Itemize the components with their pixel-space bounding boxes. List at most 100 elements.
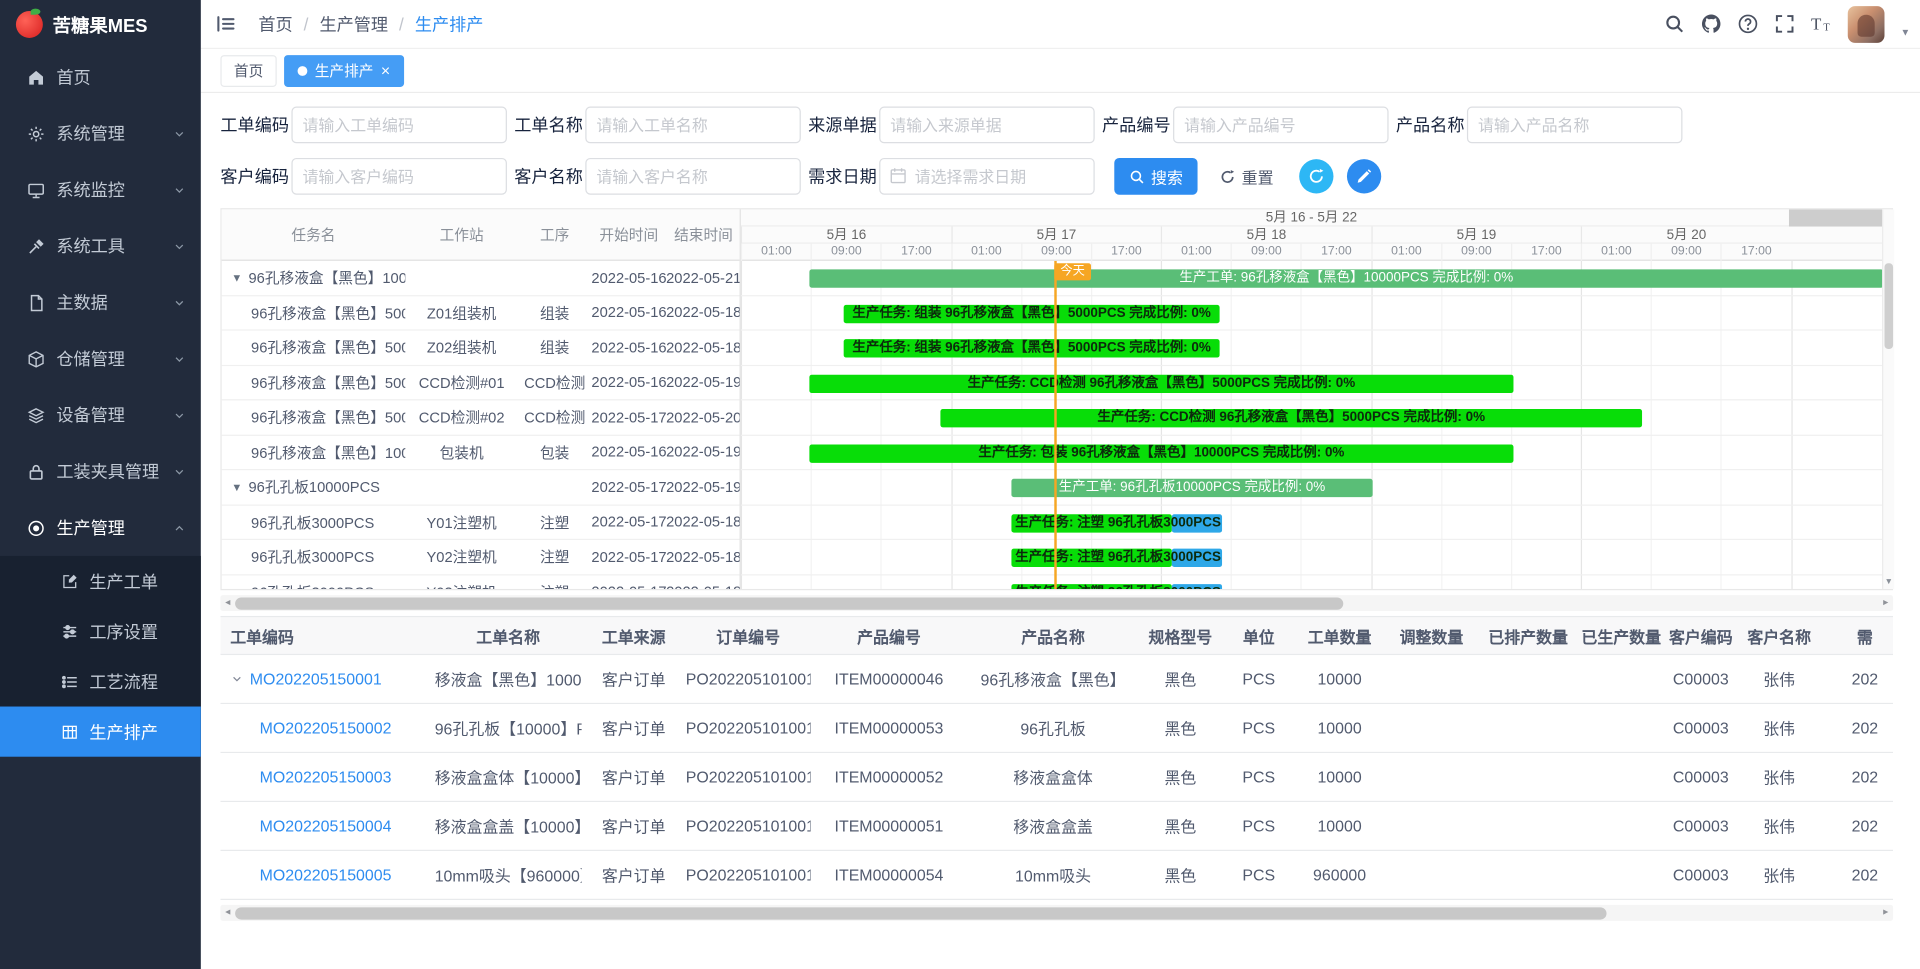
collapse-arrow-icon[interactable]: ▼: [231, 481, 242, 493]
order-row[interactable]: MO20220515000296孔孔板【10000】PCS客户订单PO20220…: [220, 704, 1893, 753]
sidebar-item-fixture-mgmt[interactable]: 工装夹具管理: [0, 443, 201, 499]
scroll-left-arrow-icon[interactable]: ◄: [220, 595, 235, 611]
gantt-task-bar[interactable]: 生产任务: CCD检测 96孔移液盒【黑色】5000PCS 完成比例: 0%: [940, 409, 1642, 427]
gantt-task-row[interactable]: ▼96孔移液盒【黑色】10000PCS2022-05-162022-05-21: [222, 261, 740, 296]
github-icon[interactable]: [1701, 13, 1722, 34]
app-logo[interactable]: 苦糖果MES: [0, 0, 201, 49]
scroll-right-arrow-icon[interactable]: ►: [1878, 595, 1893, 611]
sidebar-menu: 首页系统管理系统监控系统工具主数据仓储管理设备管理工装夹具管理生产管理生产工单工…: [0, 49, 201, 757]
sidebar-item-production-mgmt[interactable]: 生产管理: [0, 500, 201, 556]
gantt-task-bar[interactable]: 生产任务: CCD检测 96孔移液盒【黑色】5000PCS 完成比例: 0%: [809, 374, 1513, 392]
breadcrumb-item[interactable]: 首页: [258, 12, 292, 36]
gantt-task-row[interactable]: 96孔孔板3000PCSY03注塑机注塑2022-05-172022-05-18: [222, 575, 740, 589]
sidebar-item-system-tools[interactable]: 系统工具: [0, 218, 201, 274]
orders-column-header: 客户名称: [1736, 624, 1822, 647]
task-workstation: CCD检测#02: [405, 407, 518, 428]
task-bar-label: 生产任务: 组装 96孔移液盒【黑色】5000PCS 完成比例: 0%: [844, 339, 1220, 357]
tab-home[interactable]: 首页: [220, 54, 276, 86]
scroll-left-arrow-icon[interactable]: ◄: [220, 905, 235, 921]
order-row[interactable]: MO202205150001移液盒【黑色】10000个客户订单PO2022051…: [220, 655, 1893, 704]
expand-row-icon[interactable]: [230, 672, 243, 685]
cell-source: 客户订单: [582, 814, 686, 837]
refresh-button[interactable]: [1299, 159, 1333, 193]
sidebar-subitem-label: 工艺流程: [89, 669, 158, 693]
gantt-row: 生产任务: CCD检测 96孔移液盒【黑色】5000PCS 完成比例: 0%: [741, 366, 1882, 401]
gantt-task-row[interactable]: 96孔孔板3000PCSY01注塑机注塑2022-05-172022-05-18: [222, 505, 740, 540]
sidebar-fold-icon[interactable]: [216, 13, 237, 34]
workorder-link[interactable]: MO202205150004: [260, 817, 392, 835]
breadcrumb-item[interactable]: 生产管理: [319, 12, 388, 36]
fullscreen-icon[interactable]: [1774, 13, 1795, 34]
product-no-input[interactable]: [1173, 107, 1389, 144]
chevron-down-icon: [173, 352, 186, 365]
gantt-vertical-scrollbar[interactable]: ▼: [1882, 209, 1894, 589]
search-button[interactable]: 搜索: [1114, 158, 1197, 195]
collapse-arrow-icon[interactable]: ▼: [231, 272, 242, 284]
gantt-task-bar[interactable]: 生产任务: 组装 96孔移液盒【黑色】5000PCS 完成比例: 0%: [844, 304, 1220, 322]
sidebar-item-master-data[interactable]: 主数据: [0, 274, 201, 330]
order-row[interactable]: MO202205150003移液盒盒体【10000】PCS客户订单PO20220…: [220, 753, 1893, 802]
gantt-days-row: 5月 165月 175月 185月 195月 20: [741, 227, 1882, 244]
sidebar-subitem-production-scheduling[interactable]: 生产排产: [0, 707, 201, 757]
user-avatar[interactable]: [1848, 6, 1885, 43]
task-name: 96孔移液盒【黑色】5000PCS: [251, 302, 405, 323]
gantt-task-row[interactable]: 96孔移液盒【黑色】5000PCSCCD检测#01CCD检测2022-05-16…: [222, 366, 740, 401]
workorder-link[interactable]: MO202205150003: [260, 768, 392, 786]
gantt-task-row[interactable]: 96孔移液盒【黑色】10000PCS包装机包装2022-05-162022-05…: [222, 435, 740, 470]
scroll-down-arrow-icon[interactable]: ▼: [1883, 578, 1894, 587]
chevron-down-icon: [173, 127, 186, 140]
scrollbar-thumb[interactable]: [235, 907, 1606, 919]
sidebar-item-home[interactable]: 首页: [0, 49, 201, 105]
filter-field-customer-code: 客户编码: [220, 158, 507, 195]
customer-name-input[interactable]: [585, 158, 801, 195]
gantt-task-bar[interactable]: 生产任务: 包装 96孔移液盒【黑色】10000PCS 完成比例: 0%: [809, 444, 1513, 462]
edit-button[interactable]: [1347, 159, 1381, 193]
sidebar-subitem-process-flow[interactable]: 工艺流程: [0, 656, 201, 706]
gantt-task-row[interactable]: 96孔孔板3000PCSY02注塑机注塑2022-05-172022-05-18: [222, 540, 740, 575]
customer-code-input[interactable]: [291, 158, 507, 195]
task-bar-label: 生产任务: 包装 96孔移液盒【黑色】10000PCS 完成比例: 0%: [809, 444, 1513, 462]
help-icon[interactable]: [1738, 13, 1759, 34]
table-horizontal-scrollbar[interactable]: ◄ ►: [220, 905, 1893, 921]
workorder-link[interactable]: MO202205150002: [260, 719, 392, 737]
tab-production-scheduling[interactable]: 生产排产×: [284, 54, 404, 86]
scrollbar-thumb[interactable]: [235, 597, 1343, 609]
scroll-right-arrow-icon[interactable]: ►: [1878, 905, 1893, 921]
sidebar-item-equipment-mgmt[interactable]: 设备管理: [0, 387, 201, 443]
avatar-dropdown-caret-icon[interactable]: ▼: [1901, 26, 1911, 37]
gantt-hours-row: 01:0009:0017:0001:0009:0017:0001:0009:00…: [741, 244, 1882, 261]
sidebar-subitem-production-workorder[interactable]: 生产工单: [0, 556, 201, 606]
order-row[interactable]: MO202205150004移液盒盒盖【10000】PCS客户订单PO20220…: [220, 802, 1893, 851]
product-name-input[interactable]: [1467, 107, 1683, 144]
reset-button[interactable]: 重置: [1207, 158, 1285, 195]
cell-workorder-code: MO202205150002: [220, 719, 434, 737]
sidebar-subitem-process-settings[interactable]: 工序设置: [0, 606, 201, 656]
workorder-link[interactable]: MO202205150005: [260, 866, 392, 884]
filter-field-customer-name: 客户名称: [514, 158, 801, 195]
grid-icon: [61, 723, 78, 740]
gantt-task-row[interactable]: 96孔移液盒【黑色】5000PCSCCD检测#02CCD检测2022-05-17…: [222, 400, 740, 435]
gantt-task-row[interactable]: ▼96孔孔板10000PCS2022-05-172022-05-19: [222, 470, 740, 505]
search-icon[interactable]: [1664, 13, 1685, 34]
gantt-order-bar[interactable]: 生产工单: 96孔孔板10000PCS 完成比例: 0%: [1011, 479, 1372, 497]
workorder-name-input[interactable]: [585, 107, 801, 144]
workorder-code-input[interactable]: [291, 107, 507, 144]
demand-date-input[interactable]: [879, 158, 1095, 195]
sidebar-item-system-monitor[interactable]: 系统监控: [0, 162, 201, 218]
source-doc-input[interactable]: [879, 107, 1095, 144]
gantt-horizontal-scrollbar[interactable]: ◄ ►: [220, 595, 1893, 611]
sidebar-item-warehouse-mgmt[interactable]: 仓储管理: [0, 331, 201, 387]
filter-field-demand-date: 需求日期: [808, 158, 1095, 195]
gantt-order-bar[interactable]: 生产工单: 96孔移液盒【黑色】10000PCS 完成比例: 0%: [809, 269, 1882, 287]
sidebar-subitem-label: 生产排产: [89, 719, 158, 743]
font-size-icon[interactable]: TT: [1811, 13, 1832, 34]
cell-customer_name: 张伟: [1736, 716, 1822, 739]
workorder-link[interactable]: MO202205150001: [250, 670, 382, 688]
tab-close-icon[interactable]: ×: [381, 62, 390, 78]
gantt-task-bar[interactable]: 生产任务: 组装 96孔移液盒【黑色】5000PCS 完成比例: 0%: [844, 339, 1220, 357]
scrollbar-thumb[interactable]: [1884, 263, 1893, 349]
order-row[interactable]: MO20220515000510mm吸头【960000】PCS客户订单PO202…: [220, 851, 1893, 900]
gantt-task-row[interactable]: 96孔移液盒【黑色】5000PCSZ01组装机组装2022-05-162022-…: [222, 296, 740, 331]
sidebar-item-system-mgmt[interactable]: 系统管理: [0, 105, 201, 161]
gantt-task-row[interactable]: 96孔移液盒【黑色】5000PCSZ02组装机组装2022-05-162022-…: [222, 331, 740, 366]
